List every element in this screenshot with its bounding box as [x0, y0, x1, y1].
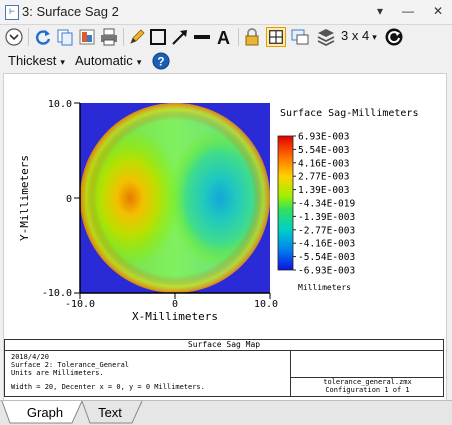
- legend-labels: 6.93E-003 5.54E-003 4.16E-003 2.77E-003 1.39…: [293, 132, 355, 277]
- info-date: 2018/4/20: [11, 353, 49, 361]
- legend-value: 1.39E-003: [298, 185, 349, 196]
- scale-mode-label: Automatic: [75, 53, 133, 68]
- dropdown-arrow-icon: ▾: [60, 57, 65, 67]
- legend-value: -6.93E-003: [298, 266, 355, 277]
- dropdown-arrow-icon: ▾: [136, 57, 142, 67]
- help-icon[interactable]: ?: [152, 52, 170, 70]
- auto-update-icon[interactable]: [384, 27, 404, 47]
- info-surface: Surface 2: Tolerance_General: [11, 361, 130, 369]
- x-tick-label: -10.0: [65, 299, 95, 310]
- minimize-button[interactable]: —: [400, 3, 416, 19]
- window-icon: ⊢: [5, 5, 19, 20]
- refresh-icon[interactable]: [33, 27, 53, 47]
- fit-window-icon[interactable]: [266, 27, 286, 47]
- svg-text:A: A: [217, 28, 230, 47]
- title-bar: ⊢ 3: Surface Sag 2 ▾ — ✕: [0, 0, 452, 25]
- x-axis-label: X-Millimeters: [132, 310, 218, 323]
- settings-menu-icon[interactable]: [4, 27, 24, 47]
- toolbar: A 3 x 4 ▾: [0, 24, 452, 50]
- copy-icon[interactable]: [55, 27, 75, 47]
- pencil-icon[interactable]: [127, 27, 147, 47]
- window-layout-icon[interactable]: [290, 27, 310, 47]
- info-text: 2018/4/20 Surface 2: Tolerance_General U…: [11, 353, 205, 391]
- legend-unit: Millimeters: [298, 283, 351, 292]
- legend-value: 5.54E-003: [298, 145, 349, 156]
- dropdown-arrow-icon: ▾: [372, 32, 377, 42]
- legend-value: -4.34E-019: [298, 199, 355, 210]
- info-file: tolerance_general.zmx: [323, 378, 412, 386]
- info-units: Units are Millimeters.: [11, 369, 104, 377]
- legend-value: -5.54E-003: [298, 252, 355, 263]
- secondary-toolbar: Thickest ▾ Automatic ▾ ?: [0, 50, 452, 72]
- y-tick-label: 10.0: [48, 99, 72, 110]
- view-tabs: Graph Text: [0, 400, 452, 425]
- layers-icon[interactable]: [316, 27, 336, 47]
- layout-label: 3 x 4: [341, 28, 370, 43]
- legend-value: 4.16E-003: [298, 158, 349, 169]
- y-tick-label: 0: [66, 194, 72, 205]
- tab-text[interactable]: Text: [90, 403, 130, 423]
- graph-canvas: 10.0 0 -10.0 -10.0 0 10.0 X-Millimeters …: [3, 73, 447, 401]
- legend-value: 2.77E-003: [298, 172, 349, 183]
- line-icon[interactable]: [192, 27, 212, 47]
- svg-text:?: ?: [157, 56, 164, 69]
- dropdown-arrow-icon[interactable]: ▾: [372, 3, 388, 19]
- arrow-icon[interactable]: [170, 27, 190, 47]
- info-header: Surface Sag Map: [5, 340, 443, 351]
- line-weight-dropdown[interactable]: Thickest ▾: [8, 53, 65, 68]
- lock-icon[interactable]: [242, 27, 262, 47]
- legend-value: -2.77E-003: [298, 225, 355, 236]
- color-scale-bar: [277, 135, 294, 271]
- window-title: 3: Surface Sag 2: [22, 4, 119, 19]
- x-tick-label: 0: [172, 299, 178, 310]
- text-tool-icon[interactable]: A: [214, 27, 234, 47]
- line-weight-label: Thickest: [8, 53, 57, 68]
- legend-title: Surface Sag-Millimeters: [280, 108, 418, 119]
- x-tick-label: 10.0: [254, 299, 278, 310]
- export-image-icon[interactable]: [77, 27, 97, 47]
- legend-value: 6.93E-003: [298, 132, 349, 143]
- tab-graph[interactable]: Graph: [14, 403, 76, 423]
- y-tick-label: -10.0: [42, 288, 72, 299]
- print-icon[interactable]: [99, 27, 119, 47]
- y-axis-label: Y-Millimeters: [18, 155, 31, 241]
- info-config: Configuration 1 of 1: [325, 386, 410, 394]
- legend-value: -1.39E-003: [298, 212, 355, 223]
- legend-value: -4.16E-003: [298, 239, 355, 250]
- rectangle-icon[interactable]: [148, 27, 168, 47]
- layout-dropdown[interactable]: 3 x 4 ▾: [341, 28, 377, 43]
- info-box: Surface Sag Map 2018/4/20 Surface 2: Tol…: [4, 339, 444, 397]
- info-file-block: tolerance_general.zmx Configuration 1 of…: [291, 378, 444, 394]
- scale-mode-dropdown[interactable]: Automatic ▾: [75, 53, 141, 68]
- close-button[interactable]: ✕: [430, 3, 446, 19]
- info-width: Width = 20, Decenter x = 0, y = 0 Millim…: [11, 383, 205, 391]
